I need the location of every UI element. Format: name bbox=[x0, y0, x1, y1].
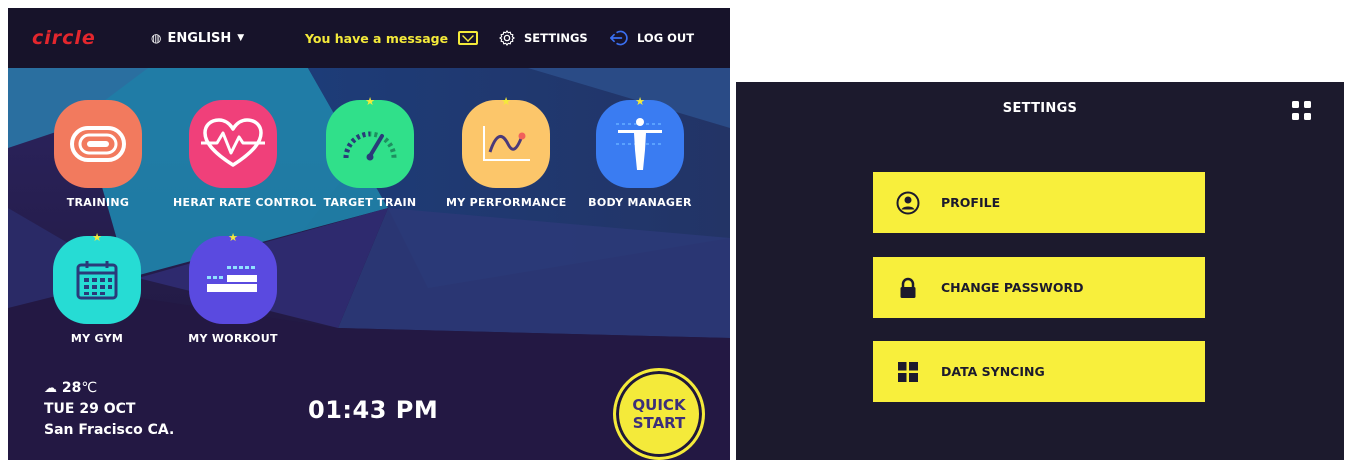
app-my-workout[interactable]: ★ MY WORKOUT bbox=[173, 232, 293, 345]
brand-logo[interactable]: circle bbox=[32, 8, 96, 68]
app-tile: ★ bbox=[189, 232, 277, 324]
temperature: 28 bbox=[61, 380, 82, 396]
message-text: You have a message bbox=[305, 30, 449, 46]
app-label: MY PERFORMANCE bbox=[446, 196, 567, 209]
home-screen: circle ◍ ENGLISH ▼ You have a message SE… bbox=[8, 8, 730, 460]
app-label: MY GYM bbox=[70, 332, 124, 345]
quick-start-line1: QUICK bbox=[632, 396, 686, 414]
favorite-star-icon: ★ bbox=[635, 95, 645, 108]
heartbeat-icon bbox=[201, 118, 265, 167]
app-tile: ★ bbox=[53, 232, 141, 324]
data-syncing-button[interactable]: DATA SYNCING bbox=[873, 341, 1205, 402]
date-text: TUE 29 OCT bbox=[44, 401, 136, 417]
app-body-manager[interactable]: ★ BODY MANAGER bbox=[580, 96, 700, 209]
settings-screen: SETTINGS PROFILE CHANGE PASSWORD DATA SY… bbox=[736, 82, 1344, 460]
settings-link[interactable]: SETTINGS bbox=[498, 8, 588, 68]
logout-icon bbox=[609, 30, 628, 46]
favorite-star-icon: ★ bbox=[501, 95, 511, 108]
language-selector[interactable]: ◍ ENGLISH ▼ bbox=[151, 8, 244, 68]
apps-grid-icon[interactable] bbox=[1292, 101, 1312, 121]
app-label: HERAT RATE CONTROL bbox=[173, 196, 317, 209]
caret-down-icon: ▼ bbox=[237, 33, 245, 43]
app-label: BODY MANAGER bbox=[588, 196, 692, 209]
language-label: ENGLISH bbox=[167, 30, 232, 46]
favorite-star-icon: ★ bbox=[92, 231, 102, 244]
mail-icon bbox=[458, 31, 479, 45]
clock: 01:43 PM bbox=[308, 396, 439, 424]
line-chart-icon bbox=[483, 126, 530, 161]
app-tile: ★ bbox=[596, 96, 684, 188]
cloud-icon: ☁ bbox=[44, 381, 57, 396]
message-notification[interactable]: You have a message bbox=[305, 8, 479, 68]
weather-widget: ☁ 28℃ TUE 29 OCT San Fracisco CA. bbox=[44, 378, 174, 441]
app-tile bbox=[54, 100, 142, 188]
page-title: SETTINGS bbox=[1002, 101, 1078, 116]
change-password-label: CHANGE PASSWORD bbox=[941, 280, 1084, 295]
globe-icon: ◍ bbox=[151, 31, 162, 45]
gauge-icon bbox=[343, 131, 397, 161]
change-password-button[interactable]: CHANGE PASSWORD bbox=[873, 257, 1205, 318]
favorite-star-icon: ★ bbox=[228, 231, 238, 244]
user-icon bbox=[895, 190, 921, 216]
track-icon bbox=[70, 126, 126, 162]
temperature-unit: ℃ bbox=[81, 380, 98, 396]
lock-icon bbox=[895, 275, 921, 301]
app-training[interactable]: TRAINING bbox=[38, 100, 158, 209]
app-tile: ★ bbox=[462, 96, 550, 188]
location-text: San Fracisco CA. bbox=[44, 422, 175, 438]
app-label: MY WORKOUT bbox=[188, 332, 278, 345]
app-label: TARGET TRAIN bbox=[323, 196, 417, 209]
data-syncing-label: DATA SYNCING bbox=[941, 364, 1045, 379]
app-label: TRAINING bbox=[66, 196, 130, 209]
logo-text: circle bbox=[32, 27, 96, 49]
app-my-performance[interactable]: ★ MY PERFORMANCE bbox=[446, 96, 567, 209]
quick-start-line2: START bbox=[632, 414, 686, 432]
profile-label: PROFILE bbox=[941, 195, 1001, 210]
quick-start-button[interactable]: QUICK START bbox=[613, 368, 705, 460]
logout-label: LOG OUT bbox=[637, 31, 695, 45]
favorite-star-icon: ★ bbox=[365, 95, 375, 108]
calendar-icon bbox=[76, 261, 118, 300]
gear-icon bbox=[499, 30, 515, 46]
workout-icon bbox=[207, 266, 257, 292]
settings-label: SETTINGS bbox=[524, 31, 588, 45]
body-icon bbox=[616, 118, 664, 170]
app-tile: ★ bbox=[326, 96, 414, 188]
app-tile bbox=[189, 100, 277, 188]
weather-temp-row: ☁ 28℃ bbox=[44, 378, 174, 399]
top-bar: circle ◍ ENGLISH ▼ You have a message SE… bbox=[8, 8, 730, 68]
profile-button[interactable]: PROFILE bbox=[873, 172, 1205, 233]
grid-icon bbox=[895, 359, 921, 385]
app-my-gym[interactable]: ★ MY GYM bbox=[37, 232, 157, 345]
logout-button[interactable]: LOG OUT bbox=[609, 8, 694, 68]
app-target-train[interactable]: ★ TARGET TRAIN bbox=[310, 96, 430, 209]
app-heart-rate-control[interactable]: HERAT RATE CONTROL bbox=[173, 100, 317, 209]
